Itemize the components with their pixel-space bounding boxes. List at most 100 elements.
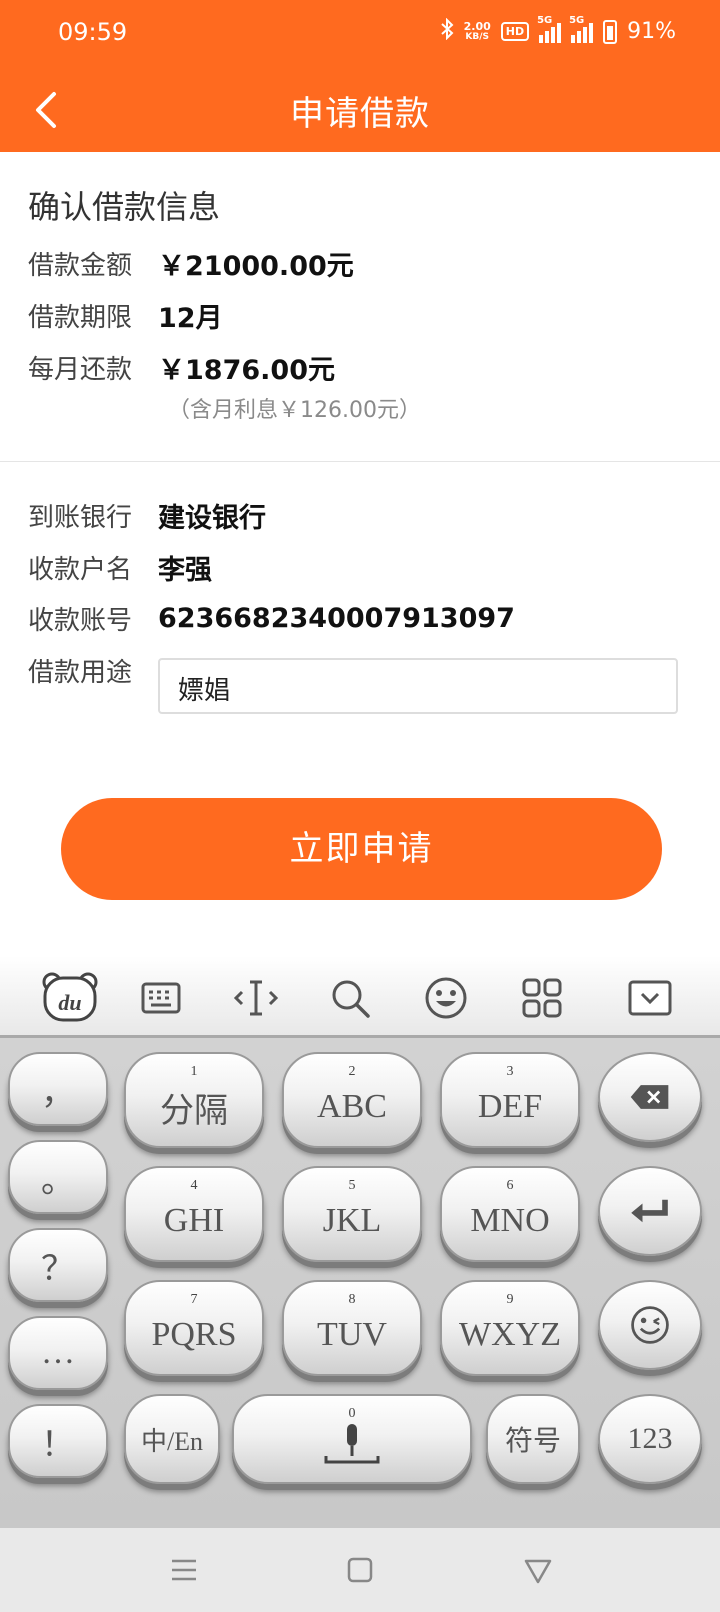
key-period[interactable]: 。 [8, 1140, 108, 1214]
key-label: TUV [317, 1316, 387, 1353]
loan-info-section: 确认借款信息 借款金额 ￥21000.00元 借款期限 12月 每月还款 ￥18… [0, 152, 720, 462]
key-number: 3 [506, 1064, 514, 1079]
key-comma[interactable]: ， [8, 1052, 108, 1126]
bank-row: 到账银行 建设银行 [28, 496, 266, 535]
key-7-pqrs[interactable]: 7 PQRS [124, 1280, 264, 1376]
wink-emoji-icon [631, 1306, 669, 1344]
status-bar: 09:59 2.00 KB/S HD 5G 5G 91% [0, 14, 720, 54]
key-6-mno[interactable]: 6 MNO [440, 1166, 580, 1262]
cursor-icon[interactable] [228, 970, 284, 1026]
number-row: 收款账号 6236682340007913097 [28, 600, 515, 637]
bank-label: 到账银行 [28, 503, 133, 533]
key-4-ghi[interactable]: 4 GHI [124, 1166, 264, 1262]
net-speed-value: 2.00 [463, 19, 491, 33]
space-voice-key[interactable]: 0 [232, 1394, 472, 1484]
search-icon[interactable] [322, 970, 378, 1026]
apply-button[interactable]: 立即申请 [61, 798, 662, 900]
page-title: 申请借款 [290, 94, 430, 134]
emoji-icon[interactable] [418, 970, 474, 1026]
sim1-label: 5G [537, 14, 553, 26]
key-number: 2 [348, 1064, 356, 1079]
key-1-separator[interactable]: 1 分隔 [124, 1052, 264, 1148]
amount-label: 借款金额 [28, 251, 133, 281]
numeric-key-label: 123 [627, 1422, 673, 1455]
key-3-def[interactable]: 3 DEF [440, 1052, 580, 1148]
enter-icon [631, 1199, 668, 1223]
ime-keyboard: du ， 。 ？ … ！ 1 分隔 2 ABC 3 DEF 4 GHI 5 JK… [0, 956, 720, 1528]
key-question[interactable]: ？ [8, 1228, 108, 1302]
term-label: 借款期限 [28, 303, 133, 333]
back-triangle-icon[interactable] [520, 1552, 556, 1588]
name-value: 李强 [158, 555, 212, 586]
term-row: 借款期限 12月 [28, 296, 223, 335]
amount-value: ￥21000.00元 [158, 251, 354, 282]
net-speed: 2.00 KB/S [464, 21, 491, 43]
key-number: 0 [348, 1406, 356, 1421]
symbol-key-label: 符号 [504, 1426, 561, 1457]
microphone-icon [324, 1424, 380, 1464]
grid-icon[interactable] [514, 970, 570, 1026]
key-label: 分隔 [160, 1092, 228, 1130]
number-value: 6236682340007913097 [158, 603, 515, 634]
key-number: 6 [506, 1178, 514, 1193]
monthly-label: 每月还款 [28, 355, 133, 385]
interest-note: （含月利息￥126.00元） [168, 398, 421, 423]
key-number: 7 [190, 1292, 198, 1307]
monthly-value: ￥1876.00元 [158, 355, 335, 386]
system-nav-bar [0, 1528, 720, 1612]
baidu-logo-text: du [58, 990, 81, 1015]
key-label: DEF [477, 1088, 543, 1125]
numeric-key[interactable]: 123 [598, 1394, 702, 1484]
bank-value: 建设银行 [158, 503, 266, 534]
key-5-jkl[interactable]: 5 JKL [282, 1166, 422, 1262]
key-8-tuv[interactable]: 8 TUV [282, 1280, 422, 1376]
name-label: 收款户名 [28, 555, 133, 585]
nav-bar: 申请借款 [0, 74, 720, 144]
menu-icon[interactable] [166, 1552, 202, 1588]
purpose-input[interactable]: 嫖娼 [158, 658, 678, 714]
key-period-label: 。 [41, 1162, 75, 1200]
sim2-label: 5G [569, 14, 585, 26]
key-exclaim[interactable]: ！ [8, 1404, 108, 1478]
name-row: 收款户名 李强 [28, 548, 212, 587]
symbol-key[interactable]: 符号 [486, 1394, 580, 1484]
key-number: 8 [348, 1292, 356, 1307]
key-comma-label: ， [41, 1074, 75, 1112]
key-9-wxyz[interactable]: 9 WXYZ [440, 1280, 580, 1376]
key-exclaim-label: ！ [41, 1426, 75, 1464]
battery-icon [603, 19, 618, 44]
key-label: ABC [317, 1088, 387, 1125]
key-label: GHI [163, 1202, 225, 1239]
keyboard-toolbar: du [0, 956, 720, 1038]
key-number: 9 [506, 1292, 514, 1307]
emoji-key[interactable] [598, 1280, 702, 1370]
signal-sim1-icon: 5G [537, 15, 562, 43]
key-number: 4 [190, 1178, 198, 1193]
baidu-du-icon[interactable]: du [40, 970, 100, 1026]
lang-switch-key[interactable]: 中/En [124, 1394, 220, 1484]
term-value: 12月 [158, 303, 223, 334]
number-label: 收款账号 [28, 606, 133, 636]
key-label: MNO [470, 1202, 550, 1239]
key-ellipsis[interactable]: … [8, 1316, 108, 1390]
status-time: 09:59 [58, 18, 128, 46]
key-number: 1 [190, 1064, 198, 1079]
status-icons: 2.00 KB/S HD 5G 5G 91% [440, 15, 676, 45]
enter-key[interactable] [598, 1166, 702, 1256]
lang-switch-label: 中/En [140, 1426, 204, 1456]
header-bar: 09:59 2.00 KB/S HD 5G 5G 91% 申请借款 [0, 0, 720, 152]
collapse-icon[interactable] [622, 970, 678, 1026]
key-label: JKL [322, 1202, 382, 1239]
backspace-key[interactable] [598, 1052, 702, 1142]
home-icon[interactable] [342, 1552, 378, 1588]
signal-sim2-icon: 5G [569, 15, 594, 43]
keyboard-keys: ， 。 ？ … ！ 1 分隔 2 ABC 3 DEF 4 GHI 5 JKL 6… [0, 1038, 720, 1528]
bluetooth-icon [440, 17, 454, 45]
key-label: PQRS [151, 1316, 237, 1353]
key-label: WXYZ [459, 1316, 561, 1353]
monthly-row: 每月还款 ￥1876.00元 [28, 348, 335, 387]
backspace-icon [630, 1085, 669, 1109]
key-2-abc[interactable]: 2 ABC [282, 1052, 422, 1148]
keyboard-icon[interactable] [133, 970, 189, 1026]
key-ellipsis-label: … [41, 1334, 75, 1371]
